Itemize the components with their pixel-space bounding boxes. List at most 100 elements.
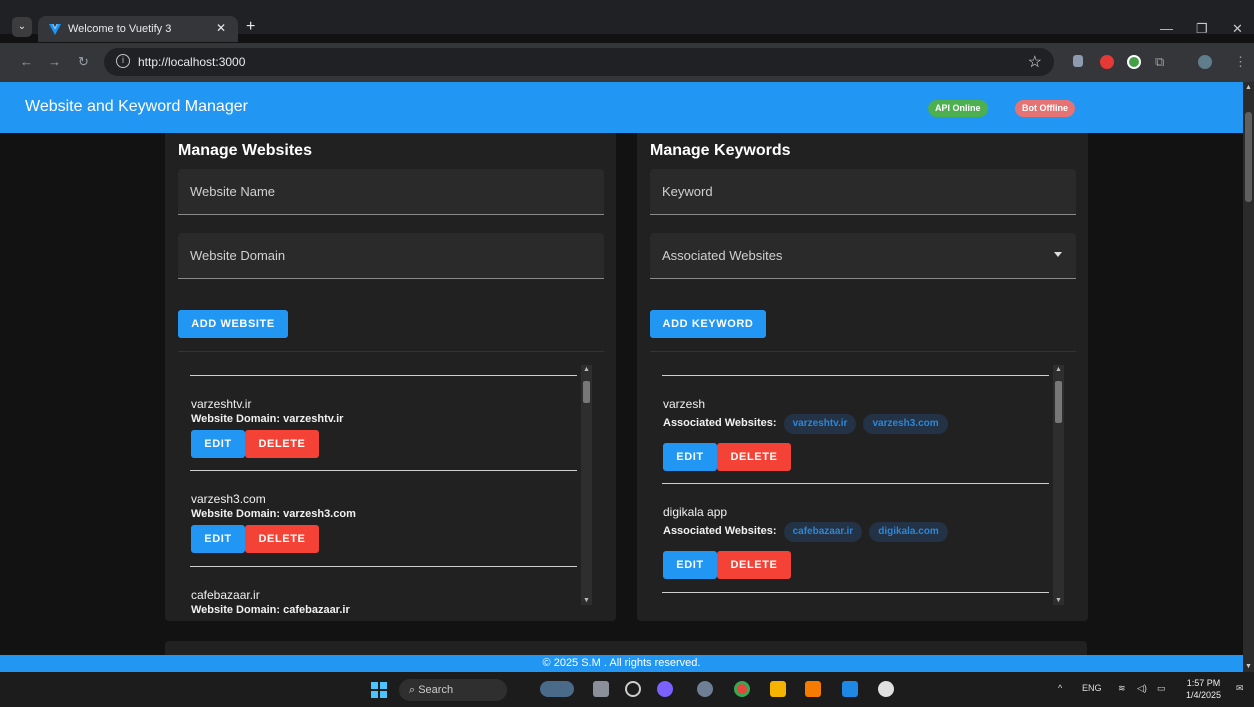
tray-chevron-icon[interactable]: ^ [1058,683,1062,693]
omnibox[interactable]: i http://localhost:3000 ☆ [104,48,1054,76]
windows-start-icon[interactable] [371,682,387,698]
browser-tab[interactable]: Welcome to Vuetify 3 ✕ [38,16,238,42]
taskbar: ⌕ Search ^ ENG ≋ ◁) ▭ 1:57 PM 1/4/2025 ✉ [0,672,1254,707]
keyword-list[interactable]: varzesh Associated Websites: varzeshtv.i… [650,362,1076,621]
app-bar: Website and Keyword Manager API Online B… [0,82,1243,133]
website-list[interactable]: varzeshtv.ir Website Domain: varzeshtv.i… [178,362,604,621]
keyword-field[interactable] [650,169,1076,215]
chrome-icon[interactable] [734,681,750,697]
widgets-icon[interactable] [540,681,574,697]
copilot-icon[interactable] [657,681,673,697]
battery-icon[interactable]: ▭ [1157,683,1166,694]
website-name-field[interactable] [178,169,604,215]
delete-website-button[interactable]: DELETE [245,430,319,458]
adblock-extension-icon[interactable] [1100,55,1114,69]
keyword-input[interactable] [650,169,1076,214]
close-window-icon[interactable]: ✕ [1232,22,1243,35]
website-domain-text: Website Domain: varzesh3.com [191,508,356,520]
taskbar-search[interactable]: ⌕ Search [399,679,507,701]
keyword-associated-sites: Associated Websites: varzeshtv.ir varzes… [663,414,948,434]
keyword-list-scroll-thumb[interactable] [1055,381,1062,423]
list-divider [190,470,577,471]
bookmark-star-icon[interactable]: ☆ [1028,52,1042,72]
api-status-chip: API Online [928,100,988,117]
website-domain-input[interactable] [178,233,604,278]
delete-website-button[interactable]: DELETE [245,525,319,553]
domain-prefix: Website Domain: [191,604,281,616]
task-view-icon[interactable] [593,681,609,697]
tab-search-button[interactable]: ⌄ [12,17,32,37]
volume-icon[interactable]: ◁) [1137,683,1147,694]
back-icon[interactable]: ← [20,54,33,69]
profile-avatar-icon[interactable] [1198,55,1212,69]
dropdown-arrow-icon[interactable] [1054,252,1062,257]
website-list-scrollbar[interactable]: ▲ ▼ [581,365,592,605]
file-explorer-icon[interactable] [770,681,786,697]
website-chip: varzeshtv.ir [783,414,857,434]
website-chip: cafebazaar.ir [783,522,863,542]
keyword-name: varzesh [663,397,706,411]
extension-icon[interactable] [1127,55,1141,69]
website-domain-text: Website Domain: cafebazaar.ir [191,604,350,616]
edit-keyword-button[interactable]: EDIT [663,443,717,471]
edit-website-button[interactable]: EDIT [191,430,245,458]
settings-gear-icon[interactable] [697,681,713,697]
keywords-card-title: Manage Keywords [650,142,791,159]
add-keyword-button[interactable]: ADD KEYWORD [650,310,766,338]
add-website-button[interactable]: ADD WEBSITE [178,310,288,338]
delete-keyword-button[interactable]: DELETE [717,551,791,579]
restore-icon[interactable]: ❐ [1196,22,1208,35]
domain-value: varzeshtv.ir [283,413,344,425]
website-name: varzesh3.com [191,492,266,506]
chatgpt-icon[interactable] [878,681,894,697]
media-player-icon[interactable] [625,681,641,697]
edit-website-button[interactable]: EDIT [191,525,245,553]
page-scroll-thumb[interactable] [1245,112,1252,202]
website-chip: digikala.com [869,522,948,542]
menu-kebab-icon[interactable]: ⋮ [1234,54,1247,70]
keyword-associated-sites: Associated Websites: cafebazaar.ir digik… [663,522,948,542]
extensions-puzzle-icon[interactable]: ⧉ [1155,54,1164,70]
new-tab-button[interactable]: + [246,19,255,35]
domain-value: cafebazaar.ir [283,604,350,616]
minimize-icon[interactable]: — [1160,22,1173,35]
associated-websites-select[interactable] [650,233,1076,279]
tab-close-icon[interactable]: ✕ [216,21,226,35]
vuetify-logo-icon [49,24,61,35]
list-divider [662,375,1049,376]
reload-icon[interactable]: ↻ [78,54,89,70]
clock-time: 1:57 PM [1186,678,1221,688]
vscode-icon[interactable] [842,681,858,697]
clock-date: 1/4/2025 [1186,690,1222,700]
page-scrollbar[interactable]: ▲ ▼ [1243,82,1254,672]
footer: © 2025 S.M . All rights reserved. [0,655,1243,672]
website-domain-field[interactable] [178,233,604,279]
scroll-up-icon[interactable]: ▲ [1245,84,1252,91]
notifications-icon[interactable]: ✉ [1236,683,1244,694]
associated-websites-input[interactable] [650,233,1076,278]
taskbar-clock[interactable]: 1:57 PM 1/4/2025 [1186,677,1221,701]
website-list-scroll-thumb[interactable] [583,381,590,403]
site-info-icon[interactable]: i [116,54,130,68]
website-name-input[interactable] [178,169,604,214]
websites-card-title: Manage Websites [178,142,312,159]
list-divider [662,592,1049,593]
scroll-up-icon[interactable]: ▲ [583,366,590,373]
scroll-down-icon[interactable]: ▼ [1245,663,1252,670]
wifi-icon[interactable]: ≋ [1118,683,1126,694]
scroll-down-icon[interactable]: ▼ [583,597,590,604]
keyword-list-scrollbar[interactable]: ▲ ▼ [1053,365,1064,605]
divider [178,351,604,352]
app-icon[interactable] [805,681,821,697]
edit-keyword-button[interactable]: EDIT [663,551,717,579]
forward-icon[interactable]: → [48,54,61,69]
assoc-prefix: Associated Websites: [663,525,777,537]
scroll-up-icon[interactable]: ▲ [1055,366,1062,373]
shield-extension-icon[interactable] [1073,55,1083,67]
scroll-down-icon[interactable]: ▼ [1055,597,1062,604]
delete-keyword-button[interactable]: DELETE [717,443,791,471]
domain-prefix: Website Domain: [191,508,281,520]
url-text[interactable]: http://localhost:3000 [138,55,245,69]
language-indicator[interactable]: ENG [1082,683,1102,693]
website-name: varzeshtv.ir [191,397,252,411]
